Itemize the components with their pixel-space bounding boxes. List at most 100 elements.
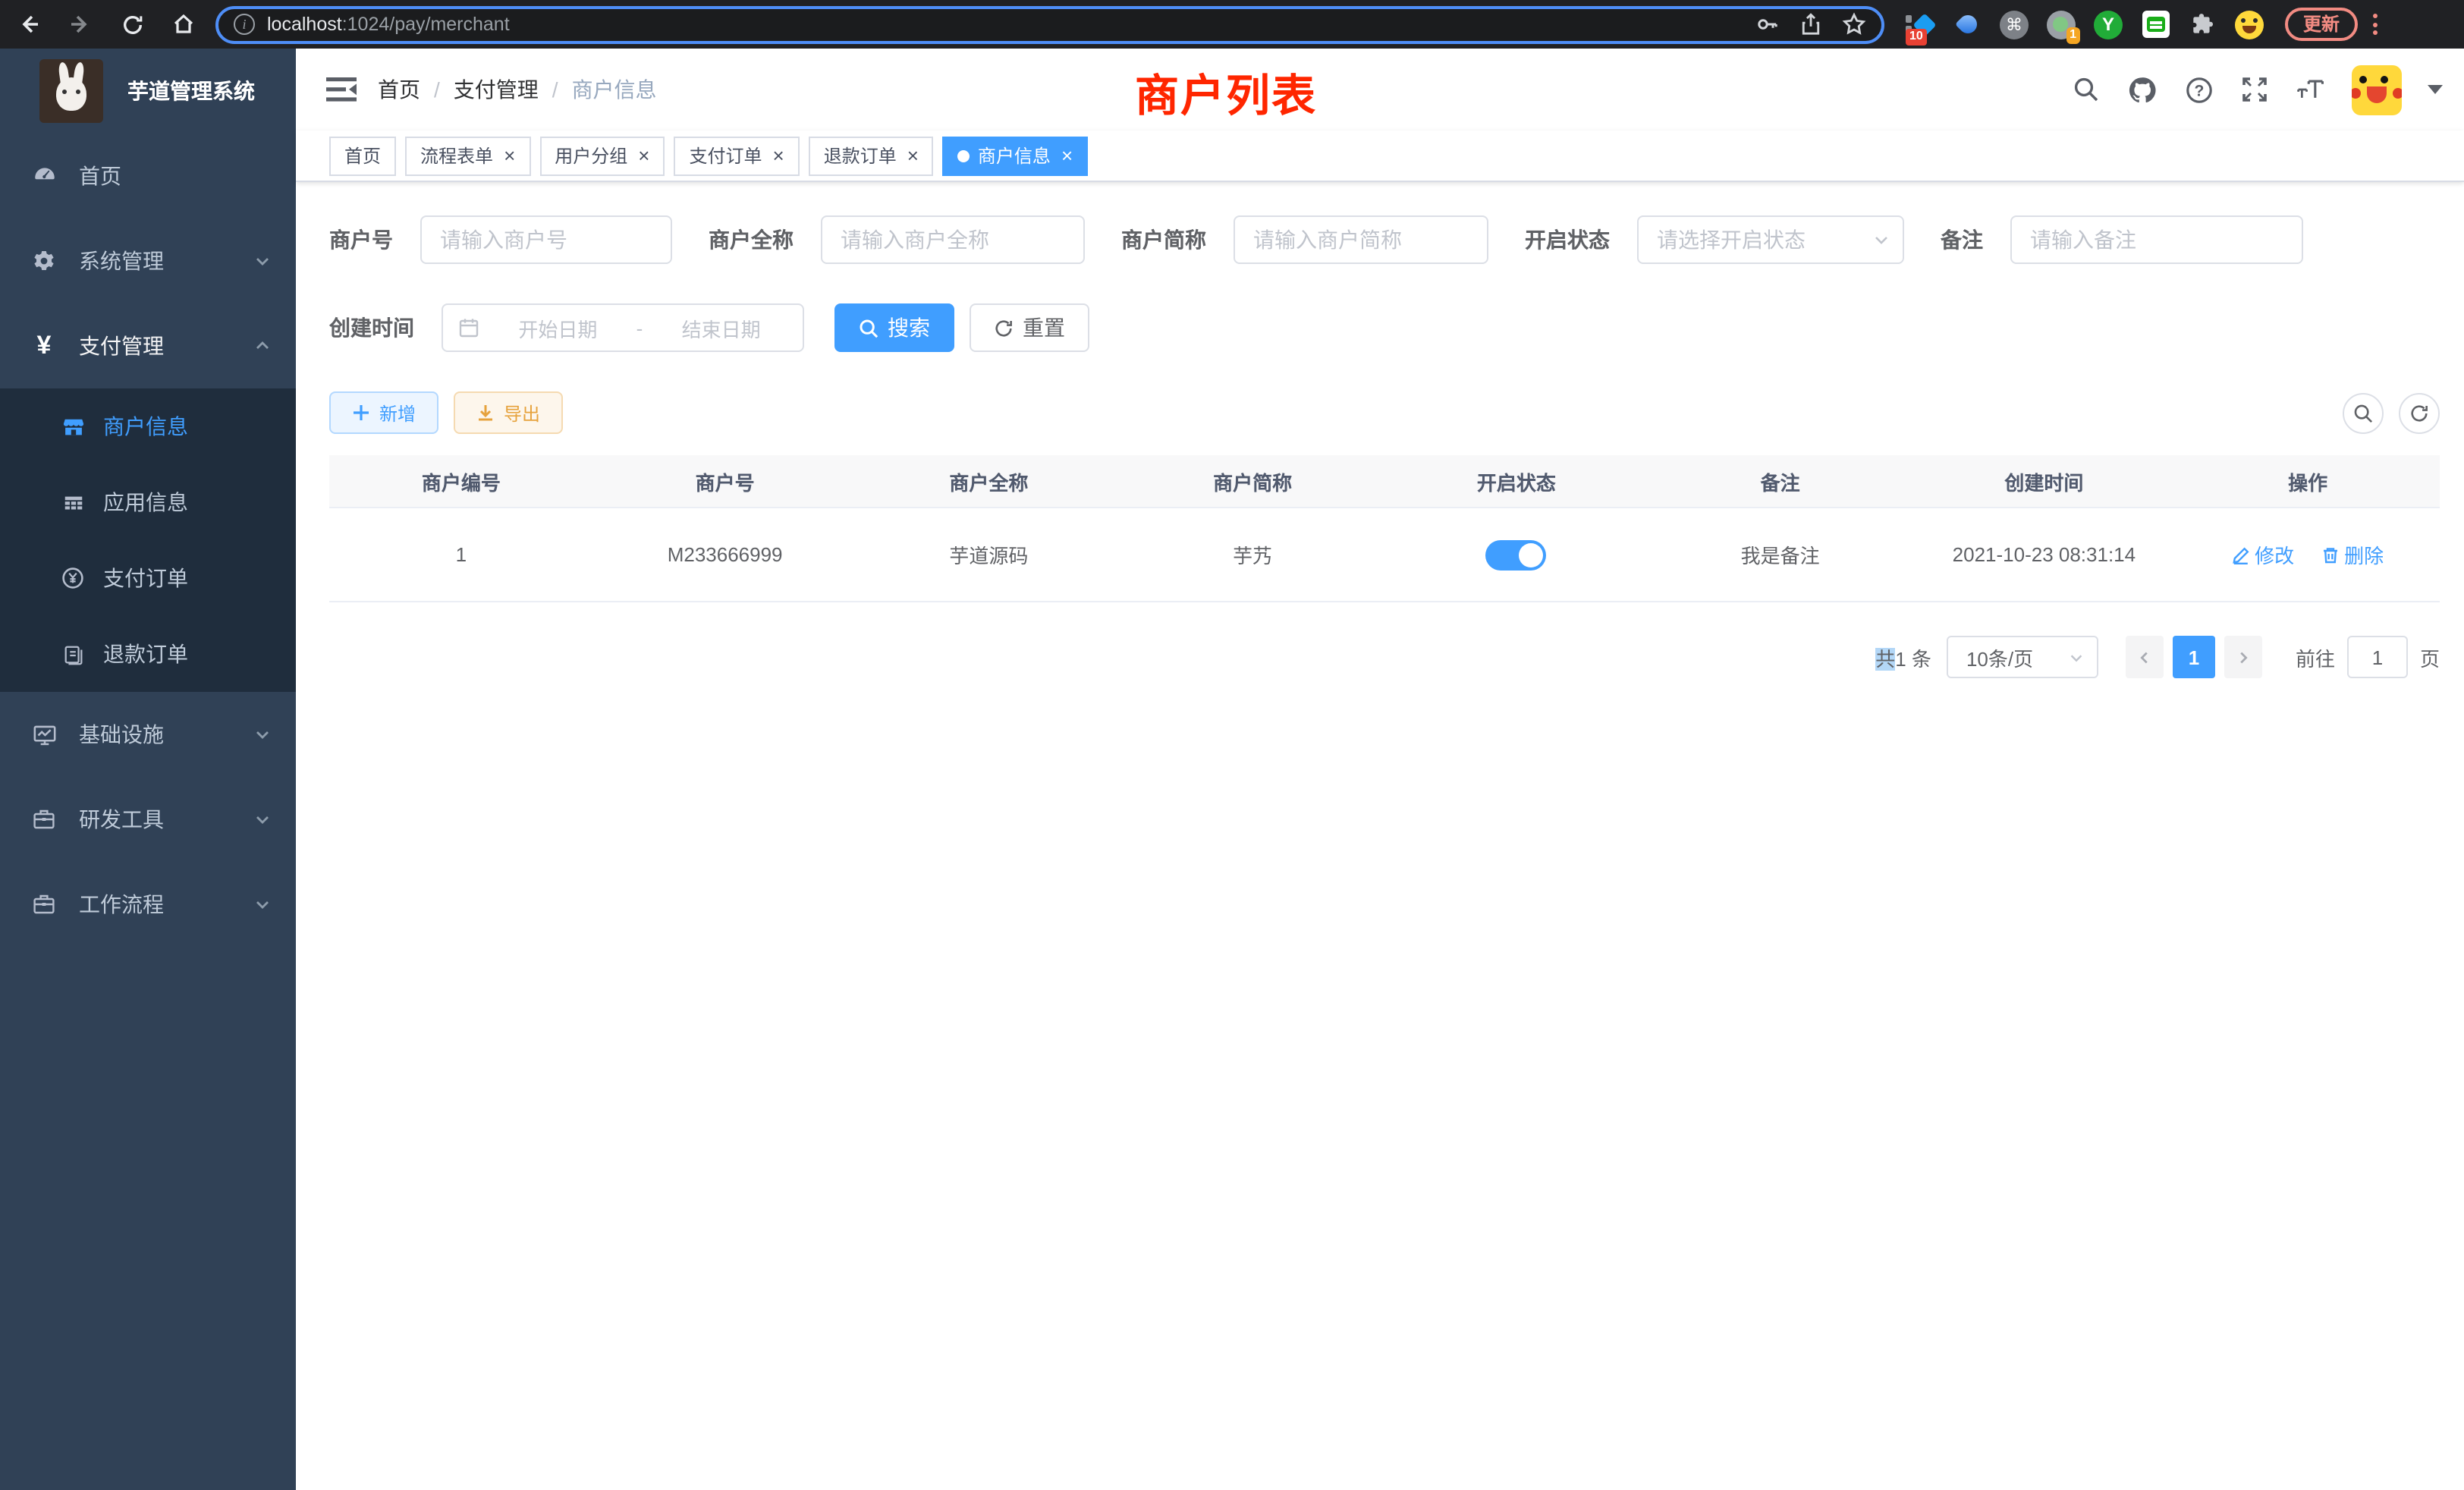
breadcrumb-payment[interactable]: 支付管理 [454,74,539,105]
github-icon[interactable] [2127,74,2158,105]
payment-submenu: 商户信息 应用信息 支付订单 [0,388,296,692]
tab-home[interactable]: 首页 [329,136,396,175]
goto-page-input[interactable] [2347,636,2408,678]
text-size-icon[interactable] [2296,74,2326,105]
extension-status-icon[interactable]: 1 [2047,10,2076,39]
fullscreen-icon[interactable] [2239,74,2270,105]
close-icon[interactable]: × [773,146,784,165]
remark-input[interactable] [2010,215,2303,264]
logo-image [39,59,103,123]
briefcase-icon [30,891,58,918]
tab-user-group[interactable]: 用户分组× [539,136,665,175]
browser-menu-icon[interactable] [2373,14,2378,35]
pagination: 共1 条 10条/页 1 前往 页 [329,636,2440,678]
browser-forward-icon[interactable] [67,11,94,38]
store-icon [61,414,85,439]
merchant-no-label: 商户号 [329,225,393,255]
page-number-1[interactable]: 1 [2173,636,2215,678]
close-icon[interactable]: × [907,146,919,165]
extension-pin-icon[interactable] [1953,10,1982,39]
browser-home-icon[interactable] [170,11,197,38]
trash-icon [2321,545,2340,564]
status-toggle[interactable] [1486,539,1547,570]
tab-process-form[interactable]: 流程表单× [405,136,530,175]
sidebar-item-label: 系统管理 [79,246,253,276]
extension-command-icon[interactable]: ⌘ [2000,10,2029,39]
dashboard-icon [30,162,58,190]
sidebar-item-home[interactable]: 首页 [0,134,296,218]
show-search-toggle-button[interactable] [2343,392,2384,433]
full-name-input[interactable] [821,215,1085,264]
bookmark-star-icon[interactable] [1842,12,1866,36]
sidebar-item-pay-order[interactable]: 支付订单 [0,540,296,616]
col-header-merchant-index: 商户编号 [329,455,593,507]
reset-button[interactable]: 重置 [970,303,1089,352]
avatar-caret-icon[interactable] [2428,85,2443,94]
edit-link[interactable]: 修改 [2232,540,2294,569]
browser-back-icon[interactable] [15,11,42,38]
extension-pager-icon[interactable]: 10 [1906,10,1934,39]
goto-label: 前往 [2296,643,2335,671]
export-button[interactable]: 导出 [454,391,563,434]
prev-page-button[interactable] [2126,636,2164,678]
merchant-no-input[interactable] [420,215,672,264]
create-time-label: 创建时间 [329,313,414,343]
refresh-table-button[interactable] [2399,392,2440,433]
password-key-icon[interactable] [1755,12,1780,36]
sidebar-item-merchant-info[interactable]: 商户信息 [0,388,296,464]
hamburger-icon[interactable] [326,76,357,103]
gear-icon [30,247,58,275]
breadcrumb-separator: / [552,77,558,102]
sidebar-logo[interactable]: 芋道管理系统 [0,49,296,134]
address-bar[interactable]: i localhost:1024/pay/merchant [215,5,1884,43]
col-header-merchant-no: 商户号 [593,455,857,507]
download-icon [476,404,495,422]
browser-reload-icon[interactable] [118,11,146,38]
search-button[interactable]: 搜索 [834,303,954,352]
tab-refund-order[interactable]: 退款订单× [809,136,934,175]
sidebar-item-label: 支付管理 [79,331,253,361]
col-header-actions: 操作 [2176,455,2440,507]
chevron-right-icon [2235,649,2252,665]
sidebar-item-app-info[interactable]: 应用信息 [0,464,296,540]
tab-pay-order[interactable]: 支付订单× [674,136,799,175]
extension-doc-icon[interactable] [2141,10,2170,39]
extensions-puzzle-icon[interactable] [2188,10,2217,39]
sidebar-item-refund-order[interactable]: 退款订单 [0,616,296,692]
col-header-short-name: 商户简称 [1120,455,1384,507]
breadcrumb-home[interactable]: 首页 [378,74,420,105]
status-label: 开启状态 [1525,225,1610,255]
sidebar-item-workflow[interactable]: 工作流程 [0,862,296,947]
delete-link[interactable]: 删除 [2321,540,2384,569]
chevron-down-icon [2068,649,2085,665]
annotation-merchant-list: 商户列表 [1135,61,1317,124]
sidebar-item-infra[interactable]: 基础设施 [0,692,296,777]
edit-pen-icon [2232,545,2250,564]
close-icon[interactable]: × [1061,146,1073,165]
add-button[interactable]: 新增 [329,391,438,434]
sidebar-item-dev-tools[interactable]: 研发工具 [0,777,296,862]
close-icon[interactable]: × [504,146,515,165]
sidebar: 芋道管理系统 首页 系统管理 ¥ 支付管理 [0,49,296,1490]
refresh-icon [994,318,1014,338]
sidebar-item-payment[interactable]: ¥ 支付管理 [0,303,296,388]
sidebar-item-label: 商户信息 [103,411,272,442]
sidebar-item-label: 首页 [79,161,272,191]
page-size-select[interactable]: 10条/页 [1947,636,2098,678]
help-icon[interactable]: ? [2183,74,2214,105]
share-icon[interactable] [1799,12,1822,36]
user-avatar[interactable] [2352,64,2402,115]
site-info-icon[interactable]: i [234,14,255,35]
status-select[interactable]: 请选择开启状态 [1637,215,1904,264]
sidebar-item-system[interactable]: 系统管理 [0,218,296,303]
pagination-total: 共1 条 [1875,643,1931,671]
browser-update-button[interactable]: 更新 [2285,8,2358,42]
close-icon[interactable]: × [638,146,649,165]
extension-emoji-icon[interactable] [2235,10,2264,39]
next-page-button[interactable] [2224,636,2262,678]
tab-merchant-info[interactable]: 商户信息× [943,136,1088,175]
extension-y-icon[interactable]: Y [2094,10,2123,39]
create-time-range-picker[interactable]: 开始日期 - 结束日期 [442,303,804,352]
short-name-input[interactable] [1234,215,1488,264]
header-search-icon[interactable] [2071,74,2101,105]
